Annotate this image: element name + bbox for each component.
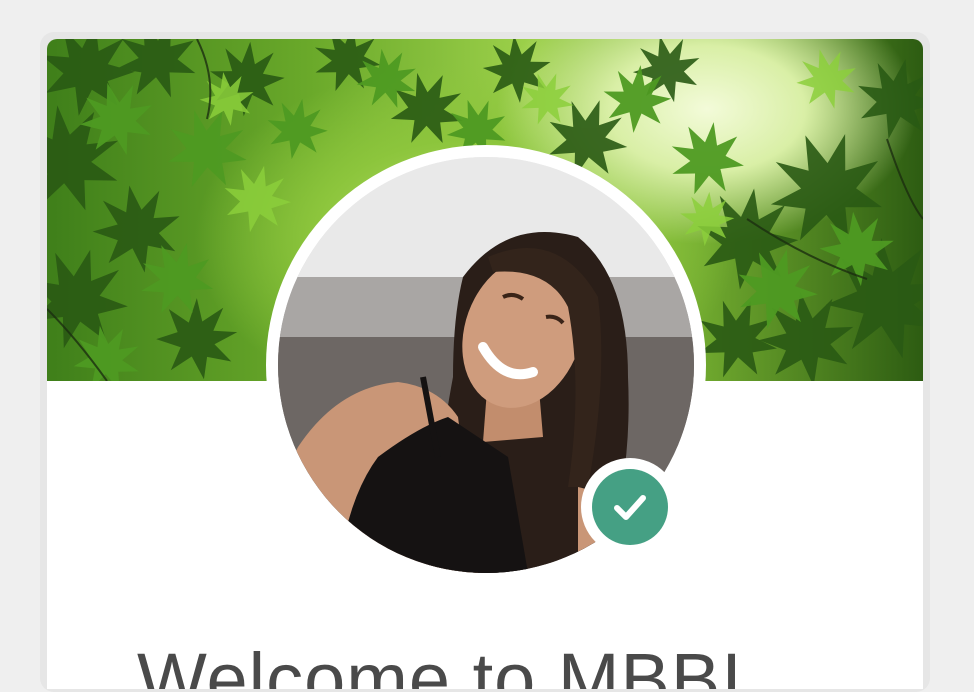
check-icon: [614, 495, 646, 520]
verified-badge: [592, 469, 668, 545]
profile-card: Welcome to MBBI: [47, 39, 923, 689]
welcome-heading: Welcome to MBBI: [137, 638, 743, 689]
